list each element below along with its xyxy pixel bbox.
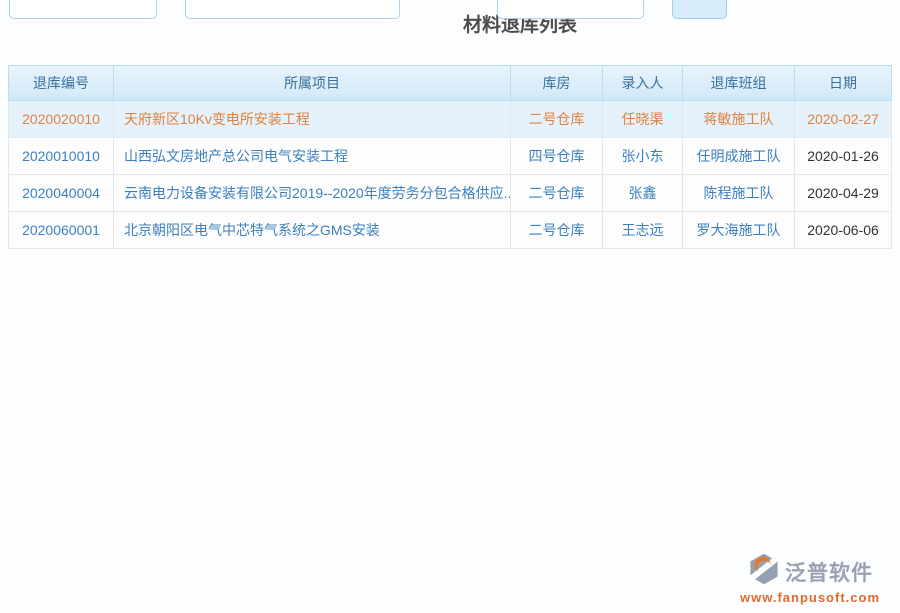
table-row[interactable]: 2020020010 天府新区10Kv变电所安装工程 二号仓库 任晓渠 蒋敏施工… xyxy=(8,101,892,138)
cell-project[interactable]: 山西弘文房地产总公司电气安装工程 xyxy=(114,138,511,175)
cell-project[interactable]: 北京朝阳区电气中芯特气系统之GMS安装 xyxy=(114,212,511,249)
col-header-warehouse[interactable]: 库房 xyxy=(511,65,603,101)
cell-date: 2020-06-06 xyxy=(795,212,892,249)
cell-return-id[interactable]: 2020040004 xyxy=(8,175,114,212)
cell-date: 2020-01-26 xyxy=(795,138,892,175)
col-header-team[interactable]: 退库班组 xyxy=(683,65,795,101)
cell-warehouse: 四号仓库 xyxy=(511,138,603,175)
cell-return-id[interactable]: 2020020010 xyxy=(8,101,114,138)
col-header-entered-by[interactable]: 录入人 xyxy=(603,65,683,101)
cell-entered-by: 张小东 xyxy=(603,138,683,175)
cell-date: 2020-04-29 xyxy=(795,175,892,212)
col-header-return-id[interactable]: 退库编号 xyxy=(8,65,114,101)
vendor-name: 泛普软件 xyxy=(785,557,873,587)
cell-project[interactable]: 云南电力设备安装有限公司2019--2020年度劳务分包合格供应... xyxy=(114,175,511,212)
cell-entered-by: 任晓渠 xyxy=(603,101,683,138)
col-header-date[interactable]: 日期 xyxy=(795,65,892,101)
cell-team: 陈程施工队 xyxy=(683,175,795,212)
vendor-url: www.fanpusoft.com xyxy=(730,590,890,605)
cell-warehouse: 二号仓库 xyxy=(511,101,603,138)
filter-input-2[interactable] xyxy=(185,0,400,19)
cell-team: 罗大海施工队 xyxy=(683,212,795,249)
cell-entered-by: 张鑫 xyxy=(603,175,683,212)
cell-team: 任明成施工队 xyxy=(683,138,795,175)
fanpu-logo-icon xyxy=(747,552,781,591)
cell-project[interactable]: 天府新区10Kv变电所安装工程 xyxy=(114,101,511,138)
table-row[interactable]: 2020010010 山西弘文房地产总公司电气安装工程 四号仓库 张小东 任明成… xyxy=(8,138,892,175)
cell-warehouse: 二号仓库 xyxy=(511,175,603,212)
cell-team: 蒋敏施工队 xyxy=(683,101,795,138)
cell-return-id[interactable]: 2020060001 xyxy=(8,212,114,249)
cell-return-id[interactable]: 2020010010 xyxy=(8,138,114,175)
table-row[interactable]: 2020060001 北京朝阳区电气中芯特气系统之GMS安装 二号仓库 王志远 … xyxy=(8,212,892,249)
filter-input-1[interactable] xyxy=(9,0,157,19)
col-header-project[interactable]: 所属项目 xyxy=(114,65,511,101)
vendor-watermark: 泛普软件 www.fanpusoft.com xyxy=(730,552,890,605)
cell-entered-by: 王志远 xyxy=(603,212,683,249)
filter-button[interactable] xyxy=(672,0,727,19)
cell-warehouse: 二号仓库 xyxy=(511,212,603,249)
table-row[interactable]: 2020040004 云南电力设备安装有限公司2019--2020年度劳务分包合… xyxy=(8,175,892,212)
cell-date: 2020-02-27 xyxy=(795,101,892,138)
table-header-row: 退库编号 所属项目 库房 录入人 退库班组 日期 xyxy=(8,65,892,101)
filter-input-3[interactable] xyxy=(497,0,644,19)
material-return-table: 退库编号 所属项目 库房 录入人 退库班组 日期 2020020010 天府新区… xyxy=(8,65,892,249)
